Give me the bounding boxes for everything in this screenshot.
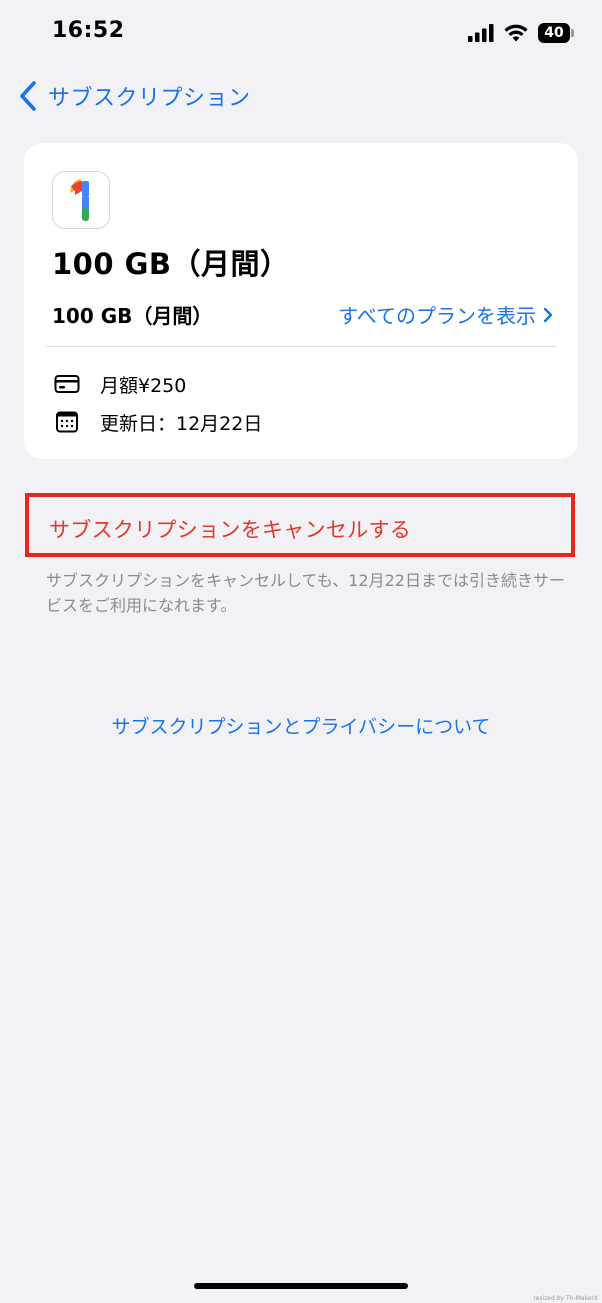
status-time: 16:52: [52, 18, 125, 43]
chevron-left-icon: [20, 81, 36, 111]
credit-card-icon: [54, 375, 80, 393]
divider: [46, 346, 556, 347]
battery-icon: 40: [538, 23, 574, 43]
privacy-link[interactable]: サブスクリプションとプライバシーについて: [0, 712, 602, 739]
google-one-icon: [52, 171, 110, 229]
price-row: 月額¥250: [54, 370, 186, 398]
cancel-subscription-label: サブスクリプションをキャンセルする: [49, 518, 412, 542]
status-bar: 16:52 40: [0, 0, 602, 66]
chevron-right-icon: [543, 307, 553, 322]
cancel-note: サブスクリプションをキャンセルしても、12月22日までは引き続きサービスをご利用…: [46, 571, 565, 615]
back-button[interactable]: サブスクリプション: [16, 78, 251, 114]
back-button-label: サブスクリプション: [48, 86, 251, 111]
plan-name: 100 GB（月間）: [52, 304, 213, 328]
view-all-plans-label: すべてのプランを表示: [338, 304, 536, 328]
price-text: 月額¥250: [100, 374, 187, 397]
home-indicator[interactable]: [194, 1283, 408, 1289]
renewal-row: 更新日：12月22日: [54, 408, 262, 436]
renewal-text: 更新日：12月22日: [100, 412, 263, 435]
watermark: resized by Th-MakerX: [533, 1295, 598, 1302]
status-icons: 40: [468, 20, 574, 46]
subscription-card: 100 GB（月間） 100 GB（月間） すべてのプランを表示 月額¥250: [24, 143, 578, 459]
battery-level: 40: [544, 25, 564, 41]
calendar-icon: [56, 411, 78, 433]
cancel-subscription-button[interactable]: サブスクリプションをキャンセルする: [25, 493, 575, 557]
plan-title: 100 GB（月間）: [52, 247, 290, 281]
view-all-plans-link[interactable]: すべてのプランを表示: [338, 300, 554, 329]
cellular-signal-icon: [468, 24, 494, 42]
wifi-icon: [504, 24, 528, 42]
plan-row: 100 GB（月間） すべてのプランを表示: [52, 298, 554, 330]
